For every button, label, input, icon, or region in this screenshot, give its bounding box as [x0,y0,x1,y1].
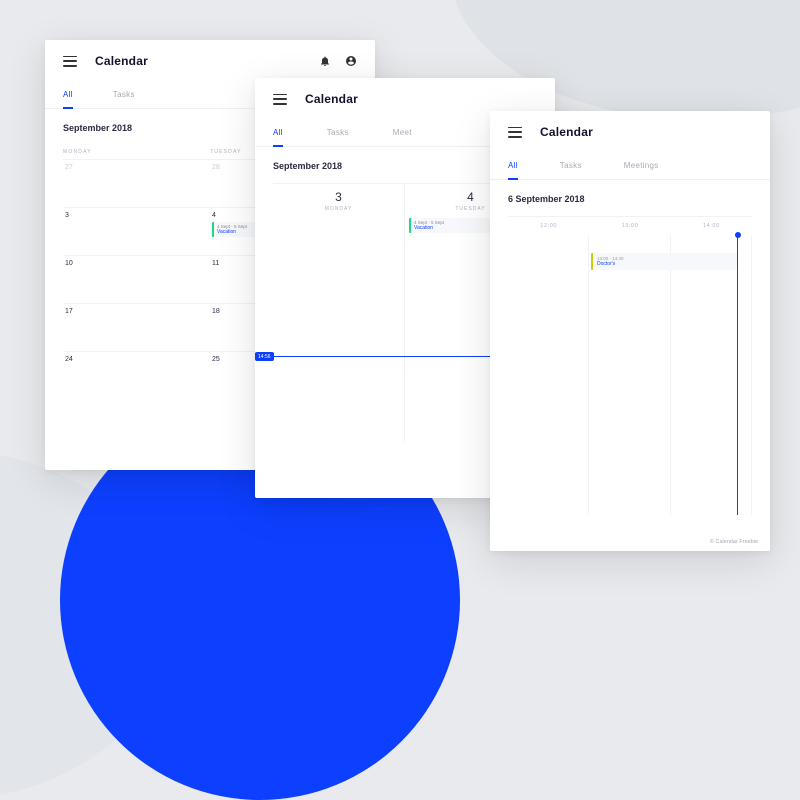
menu-icon[interactable] [63,56,77,67]
tab-meetings[interactable]: Meetings [624,153,659,179]
day-cell[interactable]: 10 [63,256,210,303]
menu-icon[interactable] [273,94,287,105]
hour-col[interactable] [589,235,670,515]
tab-meetings[interactable]: Meet [393,120,412,146]
event-doctors[interactable]: 13:00 - 14:40 Doctor's [591,253,737,270]
day-cell[interactable]: 17 [63,304,210,351]
tab-tasks[interactable]: Tasks [327,120,349,146]
day-cell[interactable]: 24 [63,352,210,399]
app-title: Calendar [540,125,593,139]
menu-icon[interactable] [508,127,522,138]
week-col-monday[interactable]: 3 MONDAY [273,184,405,443]
day-subtitle: 6 September 2018 [508,194,752,204]
day-cell[interactable]: 3 [63,208,210,255]
hour-col[interactable] [671,235,752,515]
time-1300: 13:00 [589,223,670,229]
bell-icon[interactable] [319,55,331,67]
tab-all[interactable]: All [273,120,283,147]
app-title: Calendar [305,92,358,106]
col-monday: MONDAY [63,149,210,155]
hour-col[interactable] [508,235,589,515]
tab-all[interactable]: All [508,153,518,180]
footer-copyright: © Calendar Freebie [710,539,758,545]
current-time-badge: 14:56 [255,352,274,361]
header: Calendar [490,111,770,153]
account-icon[interactable] [345,55,357,67]
tab-tasks[interactable]: Tasks [113,82,135,108]
time-1400: 14:00 [671,223,752,229]
calendar-day-card: Calendar All Tasks Meetings 6 September … [490,111,770,551]
current-time-dot [735,232,741,238]
app-title: Calendar [95,54,148,68]
day-cell[interactable]: 27 [63,160,210,207]
tab-all[interactable]: All [63,82,73,109]
time-1200: 12:00 [508,223,589,229]
tabs: All Tasks Meetings [490,153,770,180]
current-time-line [737,235,739,515]
tab-tasks[interactable]: Tasks [560,153,582,179]
day-timeline: 12:00 13:00 14:00 13:00 - 14:40 Doctor's [508,216,752,526]
header: Calendar [45,40,375,82]
